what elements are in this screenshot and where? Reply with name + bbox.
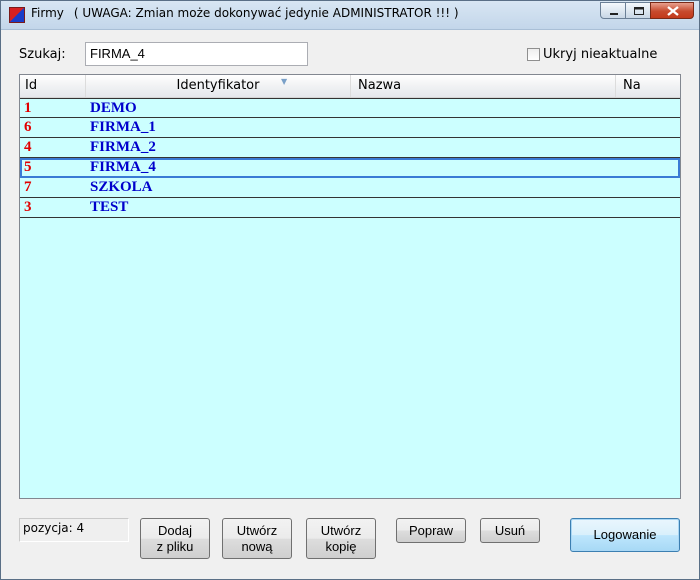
- table-row-selected[interactable]: 5 FIRMA_4: [20, 158, 680, 178]
- create-copy-button[interactable]: Utwórz kopię: [306, 518, 376, 559]
- table-row[interactable]: 3 TEST: [20, 198, 680, 218]
- row-id: 6: [24, 119, 32, 135]
- row-identyfikator: FIRMA_2: [90, 139, 156, 155]
- column-header-id[interactable]: Id: [20, 75, 86, 97]
- firmy-window: Firmy ( UWAGA: Zmian może dokonywać jedyn…: [0, 0, 700, 580]
- grid-rows: 1 DEMO 6 FIRMA_1 4 FIRMA_2 5 FIRMA_4 7 S…: [20, 98, 680, 218]
- row-identyfikator: DEMO: [90, 100, 137, 116]
- hide-outdated-label[interactable]: Ukryj nieaktualne: [543, 47, 657, 62]
- create-copy-label-line2: kopię: [325, 538, 357, 554]
- maximize-icon: [634, 7, 644, 15]
- create-copy-label-line1: Utwórz: [320, 522, 362, 538]
- position-status: pozycja: 4: [19, 518, 129, 542]
- login-button[interactable]: Logowanie: [570, 518, 680, 552]
- close-icon: [667, 6, 679, 16]
- companies-grid[interactable]: Id ▼ Identyfikator Nazwa Na 1 DEMO 6 FIR…: [19, 74, 681, 499]
- row-identyfikator: TEST: [90, 199, 129, 215]
- grid-header: Id ▼ Identyfikator Nazwa Na: [20, 75, 680, 98]
- row-id: 1: [24, 100, 32, 116]
- column-header-na[interactable]: Na: [616, 75, 680, 97]
- table-row[interactable]: 7 SZKOLA: [20, 178, 680, 198]
- edit-button[interactable]: Popraw: [396, 518, 466, 543]
- column-header-identyfikator[interactable]: ▼ Identyfikator: [86, 75, 351, 97]
- create-new-button[interactable]: Utwórz nową: [222, 518, 292, 559]
- title-bar[interactable]: Firmy ( UWAGA: Zmian może dokonywać jedyn…: [1, 1, 699, 30]
- window-controls: [600, 2, 694, 20]
- create-new-label-line1: Utwórz: [236, 522, 278, 538]
- maximize-button[interactable]: [625, 2, 651, 19]
- search-label: Szukaj:: [19, 47, 66, 62]
- hide-outdated-checkbox[interactable]: [527, 48, 540, 61]
- close-button[interactable]: [650, 2, 694, 19]
- add-from-file-label-line1: Dodaj: [158, 522, 192, 538]
- column-header-identyfikator-label: Identyfikator: [176, 78, 260, 93]
- row-id: 7: [24, 179, 32, 195]
- row-identyfikator: FIRMA_1: [90, 119, 156, 135]
- window-title-note: ( UWAGA: Zmian może dokonywać jedynie AD…: [73, 6, 459, 20]
- sort-indicator-icon: ▼: [281, 77, 288, 86]
- search-input[interactable]: FIRMA_4: [85, 42, 308, 66]
- table-row[interactable]: 6 FIRMA_1: [20, 118, 680, 138]
- row-id: 3: [24, 199, 32, 215]
- row-identyfikator: FIRMA_4: [90, 159, 156, 175]
- column-header-nazwa[interactable]: Nazwa: [351, 75, 616, 97]
- add-from-file-button[interactable]: Dodaj z pliku: [140, 518, 210, 559]
- row-identyfikator: SZKOLA: [90, 179, 153, 195]
- minimize-button[interactable]: [600, 2, 626, 19]
- window-title: Firmy ( UWAGA: Zmian może dokonywać jedyn…: [31, 6, 459, 20]
- window-title-main: Firmy: [31, 6, 64, 20]
- add-from-file-label-line2: z pliku: [156, 538, 194, 554]
- row-id: 5: [24, 159, 32, 175]
- row-id: 4: [24, 139, 32, 155]
- table-row[interactable]: 4 FIRMA_2: [20, 138, 680, 158]
- app-icon[interactable]: [9, 7, 25, 23]
- minimize-icon: [610, 13, 618, 15]
- table-row[interactable]: 1 DEMO: [20, 98, 680, 118]
- create-new-label-line2: nową: [241, 538, 273, 554]
- delete-button[interactable]: Usuń: [480, 518, 540, 543]
